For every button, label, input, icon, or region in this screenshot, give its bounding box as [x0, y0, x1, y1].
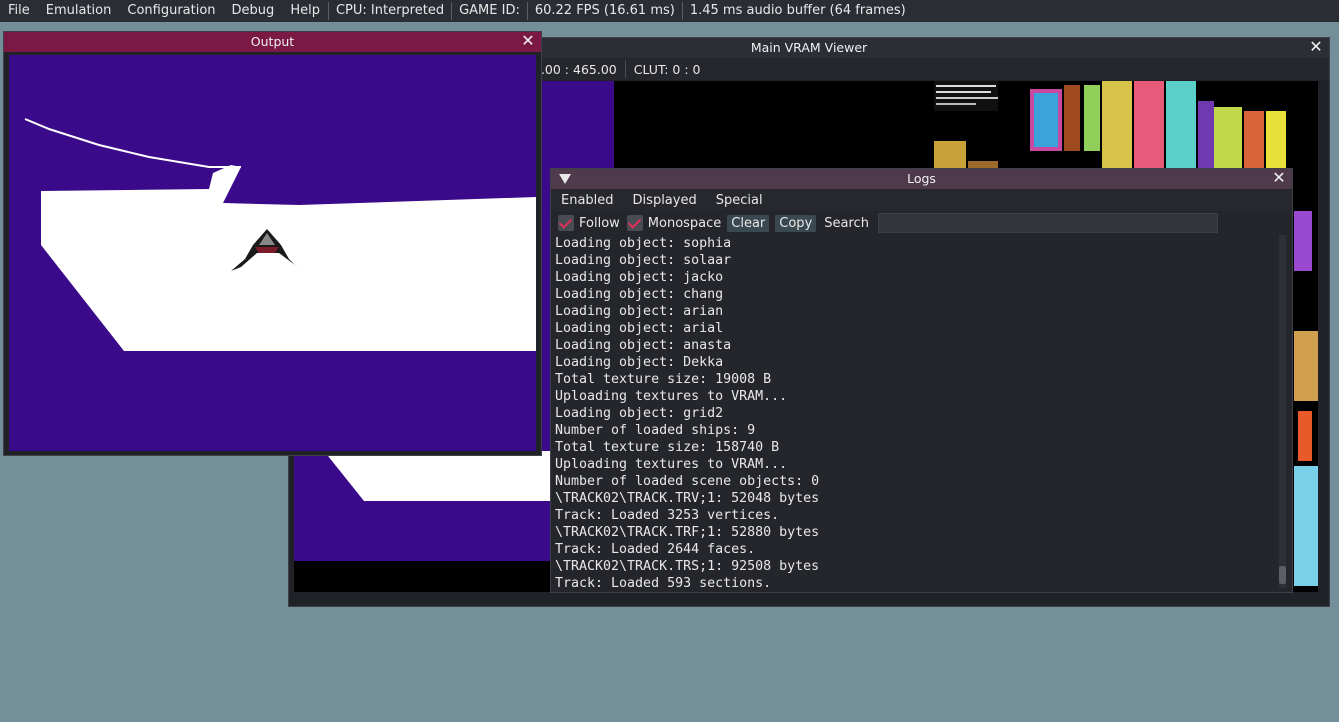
log-line: \TRACK02\TRACK.TRV;1: 52048 bytes — [555, 491, 820, 506]
log-line: Loading object: Dekka — [555, 355, 724, 370]
logs-menu-displayed[interactable]: Displayed — [623, 193, 706, 208]
log-line: \TRACK02\TRACK.TRF;1: 52880 bytes — [555, 525, 820, 540]
menu-configuration[interactable]: Configuration — [119, 0, 223, 22]
vram-title: Main VRAM Viewer — [750, 40, 868, 55]
follow-checkbox[interactable] — [558, 215, 574, 231]
cpu-status: CPU: Interpreted — [335, 3, 445, 18]
output-window[interactable]: Output ✕ — [3, 31, 542, 456]
log-line: Loading object: jacko — [555, 270, 724, 285]
game-render — [9, 55, 536, 451]
log-line: Total texture size: 158740 B — [555, 440, 780, 455]
vram-close-icon[interactable]: ✕ — [1309, 39, 1323, 55]
clear-button[interactable]: Clear — [727, 214, 770, 232]
logs-title: Logs — [907, 171, 936, 186]
log-output[interactable]: Loading object: sophia Loading object: s… — [555, 235, 1284, 590]
log-line: Total texture size: 19008 B — [555, 372, 772, 387]
logs-close-icon[interactable]: ✕ — [1272, 170, 1286, 186]
log-line: Uploading textures to VRAM... — [555, 389, 788, 404]
collapse-triangle-icon[interactable] — [559, 174, 571, 184]
menu-help[interactable]: Help — [282, 0, 328, 22]
logs-menu-special[interactable]: Special — [706, 193, 772, 208]
output-title: Output — [250, 34, 295, 49]
output-close-icon[interactable]: ✕ — [521, 33, 535, 49]
logs-menu-enabled[interactable]: Enabled — [551, 193, 623, 208]
log-line: Loading object: arial — [555, 321, 724, 336]
vram-clut: CLUT: 0 : 0 — [633, 61, 701, 77]
fps-status: 60.22 FPS (16.61 ms) — [534, 3, 675, 18]
menu-file[interactable]: File — [0, 0, 38, 22]
log-line: Track: Loaded 3253 vertices. — [555, 508, 780, 523]
copy-button[interactable]: Copy — [775, 214, 817, 232]
menu-emulation[interactable]: Emulation — [38, 0, 120, 22]
logs-controls: Follow Monospace Clear Copy Search — [551, 211, 1292, 235]
log-line: Loading object: arian — [555, 304, 724, 319]
log-line: Track: Loaded 2644 faces. — [555, 542, 756, 557]
follow-label: Follow — [579, 215, 620, 231]
menu-bar: File Emulation Configuration Debug Help … — [0, 0, 1339, 22]
output-title-bar[interactable]: Output — [4, 32, 541, 52]
logs-window[interactable]: Logs ✕ Enabled Displayed Special Follow … — [550, 168, 1293, 593]
log-line: Number of loaded ships: 9 — [555, 423, 756, 438]
log-scrollbar-thumb[interactable] — [1279, 566, 1286, 584]
monospace-checkbox[interactable] — [626, 215, 643, 231]
logs-menu-bar: Enabled Displayed Special — [551, 189, 1292, 211]
game-screen[interactable] — [9, 55, 536, 451]
audio-status: 1.45 ms audio buffer (64 frames) — [689, 3, 906, 18]
menu-debug[interactable]: Debug — [224, 0, 283, 22]
monospace-label: Monospace — [647, 215, 722, 231]
search-label: Search — [824, 215, 869, 231]
log-line: Loading object: grid2 — [555, 406, 724, 421]
game-id: GAME ID: — [459, 3, 520, 18]
logs-title-bar[interactable]: Logs — [551, 169, 1292, 189]
search-input[interactable] — [877, 213, 1218, 233]
log-line: Number of loaded scene objects: 0 — [555, 474, 820, 489]
log-line: Loading object: sophia — [555, 236, 732, 251]
log-line: Loading object: solaar — [555, 253, 732, 268]
log-line: \TRACK02\TRACK.TRS;1: 92508 bytes — [555, 559, 820, 574]
log-line: Loading object: chang — [555, 287, 724, 302]
log-line: Uploading textures to VRAM... — [555, 457, 788, 472]
log-line: Loading object: anasta — [555, 338, 732, 353]
log-scrollbar[interactable] — [1279, 235, 1286, 588]
log-line: Track: Loaded 593 sections. — [555, 576, 772, 590]
